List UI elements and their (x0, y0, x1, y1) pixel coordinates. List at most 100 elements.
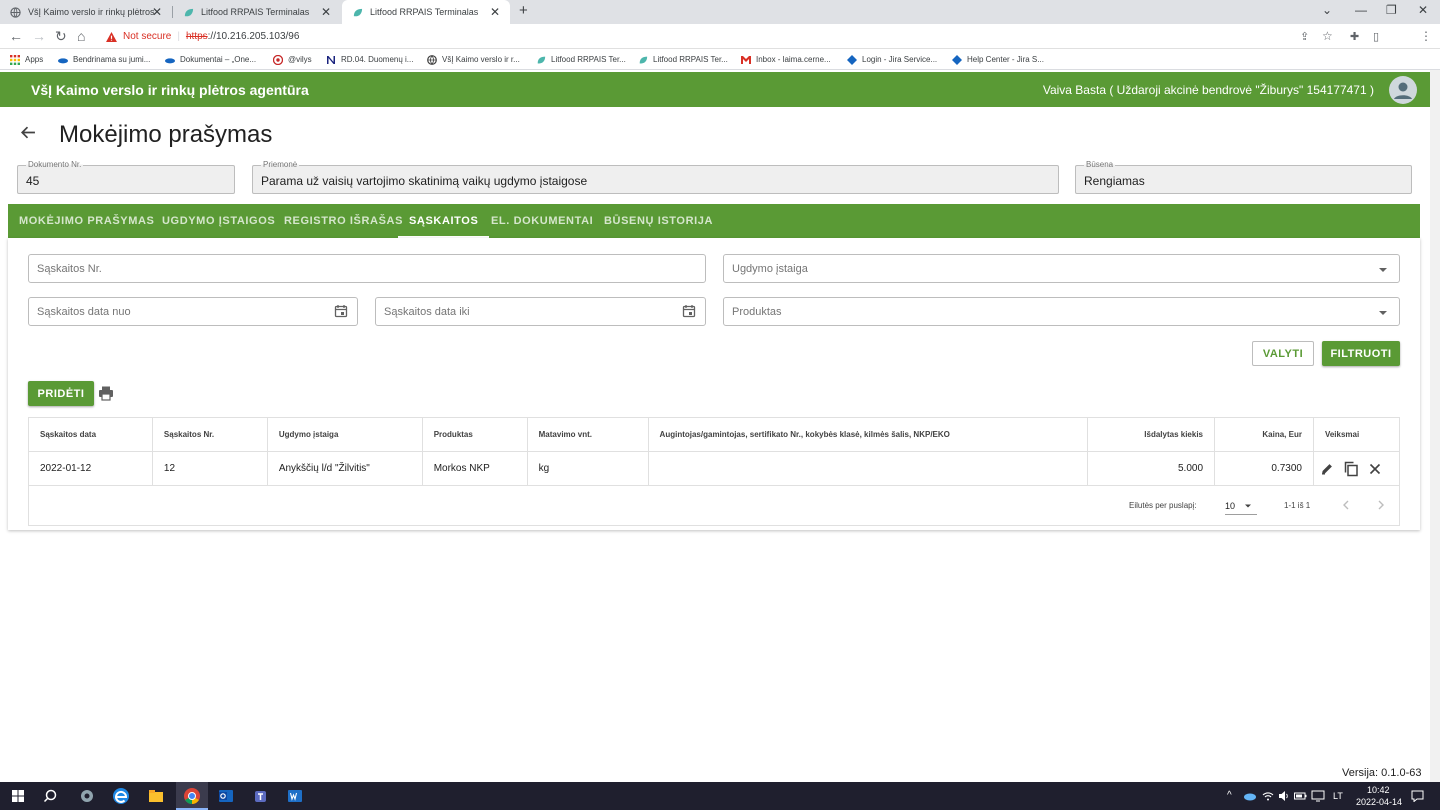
copy-icon[interactable] (1343, 461, 1359, 477)
bookmark-item[interactable]: Bendrinama su jumi... (58, 52, 150, 67)
close-tab-icon[interactable]: ✕ (490, 5, 500, 19)
tab-e-documents[interactable]: EL. DOKUMENTAI (491, 204, 593, 238)
forward-icon[interactable]: → (32, 28, 46, 44)
date-from-input[interactable]: Sąskaitos data nuo (28, 297, 358, 326)
page-range: 1-1 iš 1 (1284, 501, 1311, 510)
clock-date[interactable]: 2022-04-14 (1356, 797, 1402, 807)
tab-status-history[interactable]: BŪSENŲ ISTORIJA (604, 204, 713, 238)
at-icon (273, 54, 283, 65)
jira-icon (847, 54, 857, 65)
date-to-input[interactable]: Sąskaitos data iki (375, 297, 706, 326)
tab-search-icon[interactable]: ⌄ (1322, 3, 1332, 17)
speaker-icon[interactable] (1278, 790, 1290, 802)
print-icon[interactable] (98, 385, 114, 406)
table-row[interactable]: 2022-01-12 12 Anykščių l/d "Žilvitis" Mo… (28, 451, 1400, 486)
product-select[interactable]: Produktas (723, 297, 1400, 326)
bookmark-item[interactable]: Inbox - laima.cerne... (741, 52, 831, 67)
bookmark-item[interactable]: Help Center - Jira S... (952, 52, 1044, 67)
app-header: VšĮ Kaimo verslo ir rinkų plėtros agentū… (0, 72, 1430, 107)
battery-icon[interactable] (1294, 791, 1307, 801)
star-icon[interactable]: ☆ (1322, 28, 1333, 44)
bookmark-item[interactable]: RD.04. Duomenų i... (326, 52, 413, 67)
file-explorer-icon[interactable] (146, 786, 166, 806)
calendar-icon[interactable] (682, 304, 696, 318)
column-header[interactable]: Kaina, Eur (1214, 417, 1314, 452)
language-indicator[interactable]: LT (1333, 791, 1343, 801)
wifi-icon[interactable] (1262, 790, 1274, 802)
jira-icon (952, 54, 962, 65)
back-icon[interactable]: ← (9, 28, 23, 44)
minimize-button[interactable]: — (1355, 3, 1367, 17)
apps-grid-icon (10, 54, 20, 65)
column-header[interactable]: Sąskaitos Nr. (152, 417, 268, 452)
reload-icon[interactable]: ↻ (55, 28, 67, 44)
user-avatar-icon[interactable] (1389, 76, 1417, 104)
cell-grower (648, 451, 1089, 486)
bookmark-item[interactable]: @vilys (273, 52, 312, 67)
delete-icon[interactable] (1368, 462, 1382, 476)
clear-button[interactable]: VALYTI (1252, 341, 1314, 366)
address-bar[interactable]: Not secure | https ://10.216.205.103/96 (100, 27, 1340, 46)
page-scrollbar[interactable] (1430, 70, 1440, 782)
notifications-icon[interactable] (1411, 790, 1424, 802)
bookmark-apps[interactable]: Apps (10, 52, 43, 67)
column-header[interactable]: Produktas (422, 417, 528, 452)
bookmark-label: Apps (25, 55, 44, 64)
outlook-icon[interactable] (216, 786, 236, 806)
browser-tab-3[interactable]: Litfood RRPAIS Terminalas ✕ (342, 0, 510, 24)
institution-select[interactable]: Ugdymo įstaiga (723, 254, 1400, 283)
browser-tab-2[interactable]: Litfood RRPAIS Terminalas ✕ (173, 0, 341, 24)
tab-registry-extract[interactable]: REGISTRO IŠRAŠAS (284, 204, 403, 238)
close-tab-icon[interactable]: ✕ (321, 5, 331, 19)
taskbar-active-app[interactable] (176, 782, 208, 810)
chevron-right-icon[interactable] (1375, 499, 1387, 511)
arrow-left-icon[interactable] (19, 124, 36, 146)
placeholder: Produktas (732, 306, 782, 318)
calendar-icon[interactable] (334, 304, 348, 318)
maximize-button[interactable]: ❐ (1386, 3, 1397, 17)
edit-icon[interactable] (1320, 462, 1334, 476)
sidepanel-icon[interactable]: ▯ (1373, 29, 1379, 45)
chevron-left-icon[interactable] (1340, 499, 1352, 511)
settings-app-icon[interactable] (77, 786, 97, 806)
column-header[interactable]: Ugdymo įstaiga (267, 417, 423, 452)
browser-tab-1[interactable]: VšĮ Kaimo verslo ir rinkų plėtros ✕ (0, 0, 172, 24)
chevron-up-icon[interactable]: ^ (1227, 790, 1232, 801)
menu-icon[interactable]: ⋮ (1420, 28, 1432, 44)
bookmark-item[interactable]: Litfood RRPAIS Ter... (638, 52, 728, 67)
column-header[interactable]: Išdalytas kiekis (1087, 417, 1216, 452)
new-tab-button[interactable]: + (519, 2, 528, 19)
column-header[interactable]: Augintojas/gamintojas, sertifikato Nr., … (648, 417, 1089, 452)
document-number-field: Dokumento Nr. 45 (17, 160, 235, 194)
display-icon[interactable] (1311, 790, 1325, 802)
version-label: Versija: 0.1.0-63 (1342, 767, 1422, 779)
onedrive-tray-icon[interactable] (1243, 790, 1257, 802)
bookmark-item[interactable]: Dokumentai – „One... (165, 52, 256, 67)
teams-icon[interactable] (251, 786, 271, 806)
edge-icon[interactable] (111, 786, 131, 806)
tab-institutions[interactable]: UGDYMO ĮSTAIGOS (162, 204, 275, 238)
search-icon[interactable] (42, 786, 62, 806)
share-icon[interactable]: ⇪ (1300, 29, 1309, 45)
tab-invoices[interactable]: SĄSKAITOS (398, 204, 490, 238)
bookmark-item[interactable]: Litfood RRPAIS Ter... (536, 52, 626, 67)
windows-start-icon[interactable] (8, 786, 28, 806)
column-header[interactable]: Matavimo vnt. (527, 417, 649, 452)
word-icon[interactable] (285, 786, 305, 806)
close-window-button[interactable]: ✕ (1418, 3, 1428, 17)
column-header[interactable]: Sąskaitos data (28, 417, 153, 452)
tab-payment-request[interactable]: MOKĖJIMO PRAŠYMAS (19, 204, 155, 238)
clock-time[interactable]: 10:42 (1367, 785, 1390, 795)
onedrive-icon (165, 57, 175, 63)
close-tab-icon[interactable]: ✕ (152, 5, 162, 19)
os-taskbar: ^ LT 10:42 2022-04-14 (0, 782, 1440, 810)
add-button[interactable]: PRIDĖTI (28, 381, 94, 406)
bookmark-item[interactable]: Login - Jira Service... (847, 52, 937, 67)
rows-per-page-select[interactable]: 10 (1225, 497, 1257, 515)
leaf-icon (184, 8, 194, 16)
filter-button[interactable]: FILTRUOTI (1322, 341, 1400, 366)
invoice-number-input[interactable]: Sąskaitos Nr. (28, 254, 706, 283)
home-icon[interactable]: ⌂ (77, 28, 85, 44)
bookmark-item[interactable]: VšĮ Kaimo verslo ir r... (427, 52, 520, 67)
extensions-icon[interactable]: ✚ (1350, 29, 1359, 45)
